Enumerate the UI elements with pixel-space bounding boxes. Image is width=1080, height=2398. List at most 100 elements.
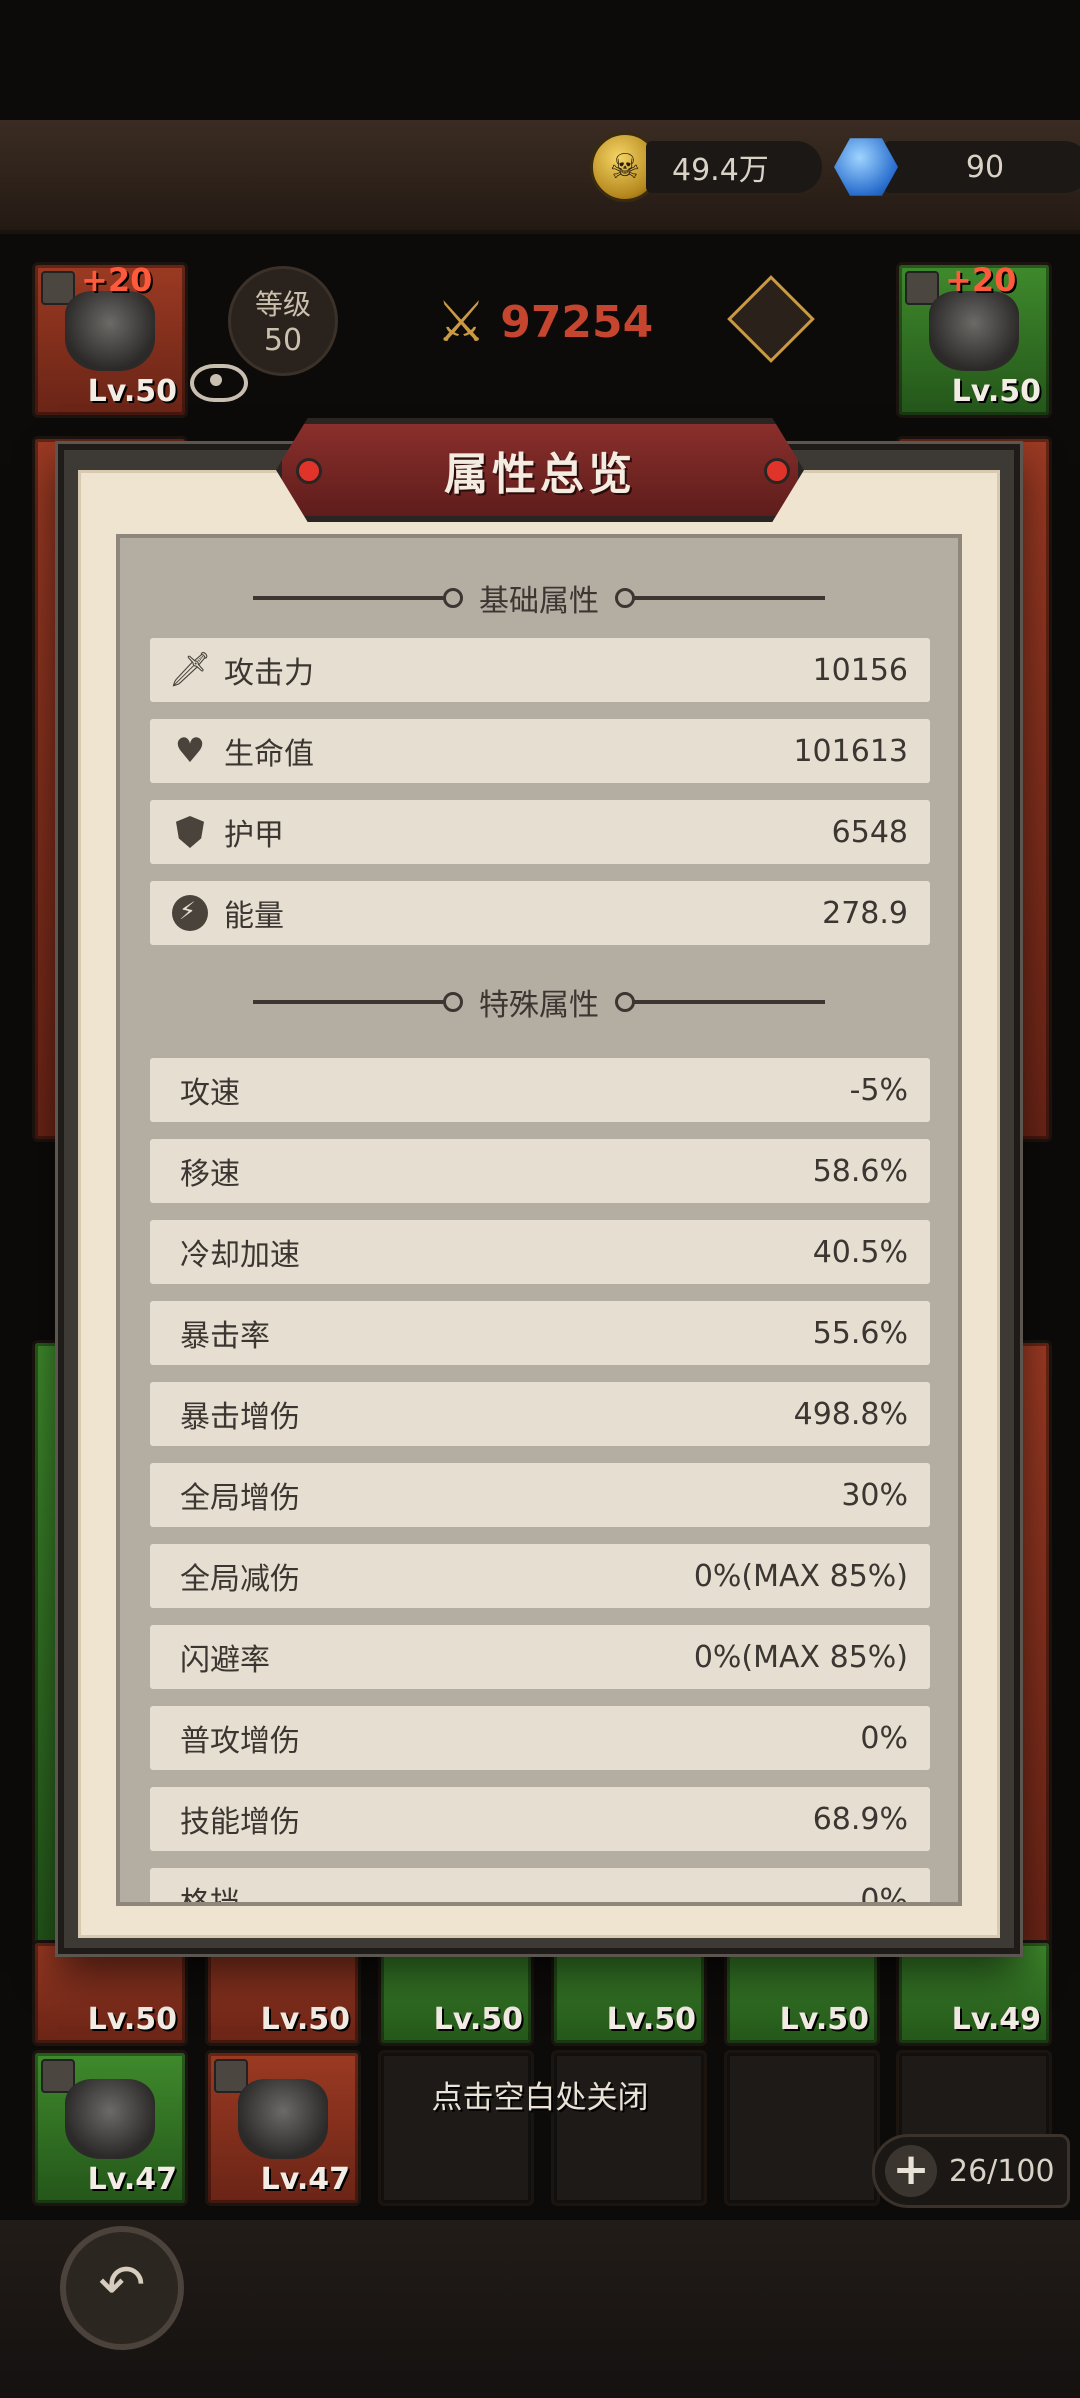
- stat-row-global-damage: 全局增伤 30%: [150, 1463, 930, 1527]
- item-level: Lv.50: [606, 2002, 696, 2037]
- divider: [615, 992, 825, 1012]
- armor-icon: [929, 291, 1019, 371]
- stat-name: 护甲: [224, 818, 284, 853]
- ruby-icon: [296, 458, 322, 484]
- divider: [253, 588, 463, 608]
- bag-item[interactable]: Lv.50: [205, 1940, 361, 2046]
- rune-icon[interactable]: [727, 275, 815, 363]
- enhance-level: +20: [945, 261, 1017, 299]
- combat-power-value: 97254: [500, 297, 654, 348]
- equip-slot-right[interactable]: +20 Lv.50: [896, 261, 1052, 418]
- add-icon[interactable]: +: [885, 2145, 937, 2197]
- item-level: Lv.50: [87, 2002, 177, 2037]
- special-section-header: 特殊属性: [120, 972, 958, 1032]
- slot-level: Lv.50: [951, 374, 1041, 409]
- stat-value: 6548: [831, 814, 908, 850]
- level-value: 50: [263, 323, 303, 358]
- stat-value: 0%: [860, 1720, 908, 1756]
- stat-row-cooldown: 冷却加速 40.5%: [150, 1220, 930, 1284]
- helmet-icon: [65, 291, 155, 371]
- stat-name: 攻速: [180, 1076, 240, 1111]
- gem-counter: 90: [834, 132, 1080, 202]
- close-hint[interactable]: 点击空白处关闭: [0, 2072, 1080, 2117]
- stat-row-armor: 护甲 6548: [150, 800, 930, 864]
- stat-value: 10156: [812, 652, 908, 688]
- item-level: Lv.47: [87, 2162, 177, 2197]
- stat-name: 全局增伤: [180, 1481, 300, 1516]
- stat-row-energy: 能量 278.9: [150, 881, 930, 945]
- bag-item[interactable]: Lv.50: [32, 1940, 188, 2046]
- bag-item[interactable]: Lv.50: [724, 1940, 880, 2046]
- item-level: Lv.50: [260, 2002, 350, 2037]
- stat-value: 0%: [860, 1882, 908, 1906]
- modal-title-banner: 属性总览: [276, 418, 804, 522]
- stat-name: 普攻增伤: [180, 1724, 300, 1759]
- stat-row-skill-damage: 技能增伤 68.9%: [150, 1787, 930, 1851]
- modal-title: 属性总览: [444, 449, 636, 500]
- item-level: Lv.50: [433, 2002, 523, 2037]
- stat-row-attack: 🗡 攻击力 10156: [150, 638, 930, 702]
- bag-item[interactable]: Lv.49: [896, 1940, 1052, 2046]
- stat-row-attack-speed: 攻速 -5%: [150, 1058, 930, 1122]
- undo-arrow-icon: ↶: [98, 2253, 146, 2318]
- stat-row-crit-damage: 暴击增伤 498.8%: [150, 1382, 930, 1446]
- gold-counter: ☠ 49.4万: [590, 132, 822, 202]
- stat-value: 55.6%: [812, 1315, 908, 1351]
- item-level: Lv.50: [779, 2002, 869, 2037]
- energy-icon: [170, 893, 210, 933]
- back-button[interactable]: ↶: [60, 2226, 184, 2350]
- stats-panel[interactable]: 基础属性 🗡 攻击力 10156 ♥ 生命值 101613 护甲 6548 能量…: [116, 534, 962, 1906]
- stat-name: 全局减伤: [180, 1562, 300, 1597]
- stat-value: -5%: [849, 1072, 908, 1108]
- combat-power: ⚔ 97254: [436, 290, 653, 355]
- heart-icon: ♥: [174, 731, 206, 771]
- stat-value: 68.9%: [812, 1801, 908, 1837]
- stat-name: 冷却加速: [180, 1238, 300, 1273]
- stat-value: 0%(MAX 85%): [693, 1558, 908, 1594]
- stat-name: 闪避率: [180, 1643, 270, 1678]
- stat-name: 移速: [180, 1157, 240, 1192]
- stat-row-crit-rate: 暴击率 55.6%: [150, 1301, 930, 1365]
- stat-value: 0%(MAX 85%): [693, 1639, 908, 1675]
- ruby-icon: [764, 458, 790, 484]
- bag-item[interactable]: Lv.50: [551, 1940, 707, 2046]
- stat-name: 暴击增伤: [180, 1400, 300, 1435]
- stat-name: 生命值: [224, 737, 314, 772]
- stat-value: 30%: [841, 1477, 908, 1513]
- section-title: 基础属性: [479, 584, 599, 619]
- bag-capacity[interactable]: + 26/100: [872, 2134, 1070, 2208]
- stat-row-hp: ♥ 生命值 101613: [150, 719, 930, 783]
- divider: [615, 588, 825, 608]
- basic-section-header: 基础属性: [120, 568, 958, 628]
- section-title: 特殊属性: [479, 988, 599, 1023]
- stat-name: 格挡: [180, 1886, 240, 1906]
- stat-row-move-speed: 移速 58.6%: [150, 1139, 930, 1203]
- divider: [253, 992, 463, 1012]
- item-level: Lv.47: [260, 2162, 350, 2197]
- level-label: 等级: [254, 288, 311, 321]
- shield-icon: [170, 812, 210, 852]
- bag-item[interactable]: Lv.50: [378, 1940, 534, 2046]
- gold-amount: 49.4万: [646, 141, 822, 193]
- stat-value: 40.5%: [812, 1234, 908, 1270]
- stat-name: 能量: [224, 899, 284, 934]
- stat-name: 暴击率: [180, 1319, 270, 1354]
- slot-level: Lv.50: [87, 374, 177, 409]
- eye-icon[interactable]: [190, 364, 248, 402]
- enhance-level: +20: [81, 261, 153, 299]
- stat-name: 攻击力: [224, 656, 314, 691]
- stat-value: 278.9: [822, 895, 908, 931]
- stat-value: 101613: [793, 733, 908, 769]
- stat-row-dodge: 闪避率 0%(MAX 85%): [150, 1625, 930, 1689]
- stat-name: 技能增伤: [180, 1805, 300, 1840]
- equip-slot-helmet[interactable]: +20 Lv.50: [32, 261, 188, 418]
- stat-row-block: 格挡 0%: [150, 1868, 930, 1906]
- item-level: Lv.49: [951, 2002, 1041, 2037]
- stat-value: 58.6%: [812, 1153, 908, 1189]
- stat-row-damage-reduction: 全局减伤 0%(MAX 85%): [150, 1544, 930, 1608]
- gem-amount: 90: [884, 141, 1080, 193]
- hero-level-badge: 等级 50: [228, 266, 338, 376]
- bag-capacity-value: 26/100: [949, 2153, 1055, 2189]
- crossed-swords-icon: ⚔: [436, 290, 487, 355]
- stat-value: 498.8%: [793, 1396, 908, 1432]
